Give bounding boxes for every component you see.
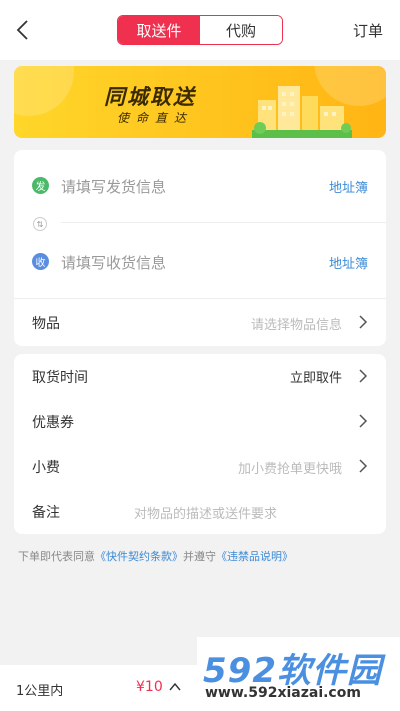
- watermark-url: www.592xiazai.com: [205, 685, 361, 701]
- address-card: 发 请填写发货信息 地址簿 ⇅ 收 请填写收货信息 地址簿 物品 请选择物品信息: [14, 150, 386, 346]
- top-bar: 取送件 代购 订单: [0, 0, 400, 60]
- banner-title: 同城取送: [104, 85, 196, 109]
- terms-link[interactable]: 《快件契约条款》: [95, 550, 183, 563]
- prohibited-items-link[interactable]: 《违禁品说明》: [216, 550, 293, 563]
- agreement-prefix: 下单即代表同意: [18, 550, 95, 563]
- watermark: 592软件园 www.592xiazai.com: [197, 637, 400, 711]
- note-row[interactable]: 备注 对物品的描述或送件要求: [14, 489, 386, 533]
- item-placeholder[interactable]: 请选择物品信息: [251, 314, 342, 333]
- agreement-middle: 并遵守: [183, 550, 216, 563]
- pickup-time-label: 取货时间: [32, 370, 88, 386]
- city-illustration-icon: [252, 86, 352, 138]
- item-row[interactable]: 物品 请选择物品信息: [14, 300, 386, 344]
- receiver-row[interactable]: 收 请填写收货信息 地址簿: [14, 244, 386, 280]
- details-card: 取货时间 立即取件 优惠券 小费 加小费抢单更快哦 备注 对物品的描述或送件要求: [14, 354, 386, 534]
- sender-badge: 发: [32, 177, 49, 194]
- coupon-row[interactable]: 优惠券: [14, 399, 386, 443]
- pickup-time-value[interactable]: 立即取件: [290, 367, 342, 386]
- banner-subtitle: 使命直达: [117, 111, 194, 125]
- distance-label: 1公里内: [16, 684, 64, 699]
- chevron-right-icon: [359, 315, 368, 329]
- chevron-up-icon[interactable]: [169, 681, 181, 693]
- promo-banner: 同城取送 使命直达: [14, 66, 386, 138]
- note-input[interactable]: 对物品的描述或送件要求: [134, 503, 277, 522]
- chevron-right-icon: [359, 369, 368, 383]
- divider: [14, 298, 386, 299]
- coupon-label: 优惠券: [32, 415, 74, 431]
- sender-placeholder[interactable]: 请填写发货信息: [61, 176, 166, 197]
- price-value[interactable]: ¥10: [136, 679, 163, 695]
- sender-row[interactable]: 发 请填写发货信息 地址簿: [14, 168, 386, 204]
- receiver-badge: 收: [32, 253, 49, 270]
- tip-placeholder[interactable]: 加小费抢单更快哦: [238, 458, 342, 477]
- chevron-right-icon: [359, 459, 368, 473]
- note-label: 备注: [32, 505, 60, 521]
- item-label: 物品: [32, 316, 60, 332]
- tip-label: 小费: [32, 460, 60, 476]
- mode-switch: 取送件 代购: [117, 15, 283, 45]
- agreement-text: 下单即代表同意《快件契约条款》并遵守《违禁品说明》: [18, 548, 293, 564]
- receiver-address-book-link[interactable]: 地址簿: [329, 253, 368, 272]
- orders-link[interactable]: 订单: [353, 20, 383, 41]
- pickup-time-row[interactable]: 取货时间 立即取件: [14, 354, 386, 398]
- banner-decoration: [14, 66, 74, 116]
- back-arrow-icon[interactable]: [12, 16, 36, 44]
- tab-pickup-delivery[interactable]: 取送件: [118, 16, 200, 44]
- receiver-placeholder[interactable]: 请填写收货信息: [61, 252, 166, 273]
- tip-row[interactable]: 小费 加小费抢单更快哦: [14, 444, 386, 488]
- sender-address-book-link[interactable]: 地址簿: [329, 177, 368, 196]
- divider: [61, 222, 386, 223]
- chevron-right-icon: [359, 414, 368, 428]
- tab-purchase[interactable]: 代购: [200, 16, 282, 44]
- swap-icon[interactable]: ⇅: [33, 217, 47, 231]
